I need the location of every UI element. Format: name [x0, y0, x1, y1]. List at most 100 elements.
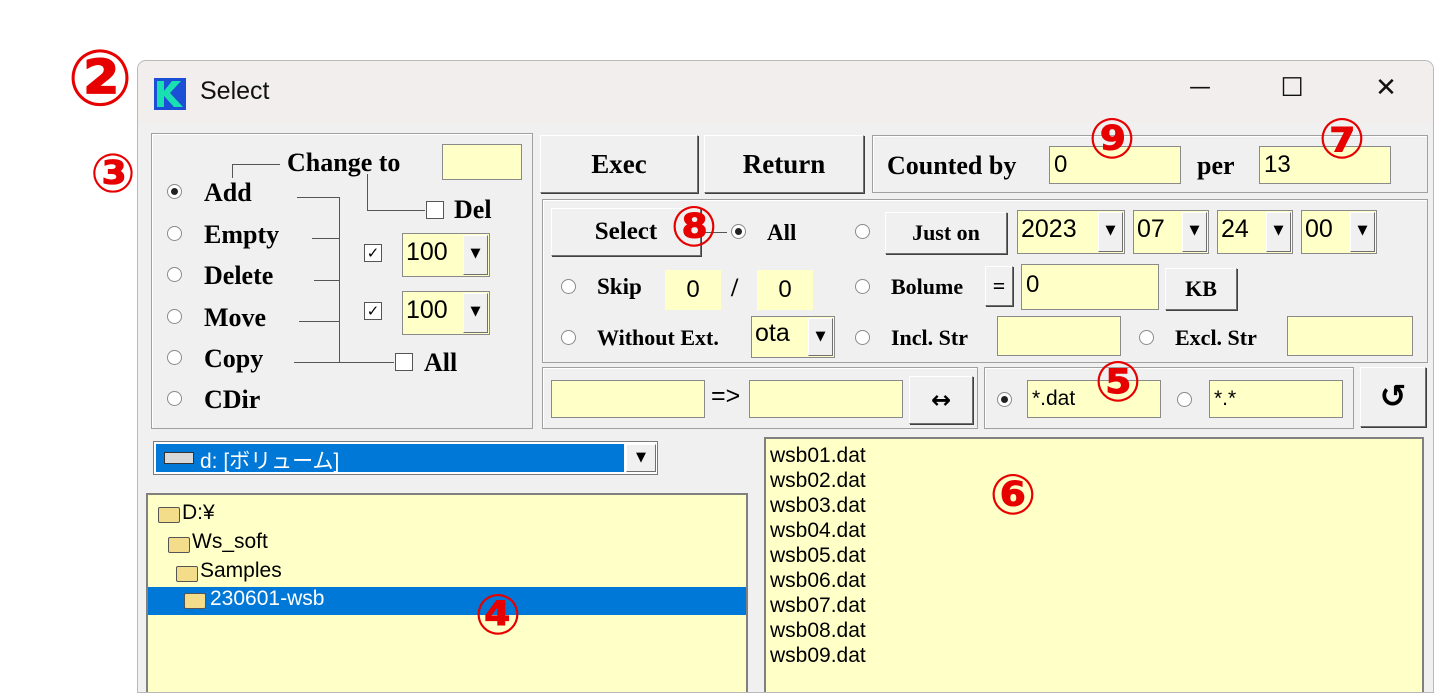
- radio-incl-str[interactable]: [855, 330, 870, 345]
- radio-add[interactable]: [167, 184, 182, 199]
- year-value: 2023: [1021, 215, 1077, 243]
- chevron-down-icon[interactable]: ▼: [463, 293, 488, 333]
- tree-item-selected[interactable]: 230601-wsb: [148, 587, 746, 615]
- year-select[interactable]: 2023 ▼: [1017, 210, 1125, 254]
- app-icon: [154, 78, 186, 110]
- radio-empty[interactable]: [167, 226, 182, 241]
- file-item[interactable]: wsb05.dat: [770, 543, 1422, 568]
- del-label: Del: [454, 195, 492, 224]
- folder-icon: [176, 566, 198, 582]
- annotation-6: ⑥: [989, 463, 1037, 528]
- title-bar: Select — ☐ ✕: [138, 61, 1433, 123]
- combo1-select[interactable]: 100 ▼: [402, 233, 490, 277]
- tree-item[interactable]: D:¥: [182, 501, 215, 525]
- day-select[interactable]: 24 ▼: [1217, 210, 1293, 254]
- just-on-button[interactable]: Just on: [885, 212, 1007, 254]
- radio-bolume[interactable]: [855, 279, 870, 294]
- chevron-down-icon[interactable]: ▼: [1098, 212, 1123, 252]
- refresh-button[interactable]: ↺: [1360, 367, 1426, 427]
- combo2-select[interactable]: 100 ▼: [402, 291, 490, 335]
- file-item[interactable]: wsb01.dat: [770, 443, 1422, 468]
- kb-button[interactable]: KB: [1165, 268, 1237, 310]
- file-item[interactable]: wsb06.dat: [770, 568, 1422, 593]
- chevron-down-icon[interactable]: ▼: [626, 444, 656, 472]
- tree-item[interactable]: Ws_soft: [192, 530, 268, 554]
- excl-str-label: Excl. Str: [1175, 325, 1257, 350]
- folder-tree[interactable]: D:¥ Ws_soft Samples 230601-wsb: [146, 493, 748, 692]
- minimize-button[interactable]: —: [1170, 75, 1230, 100]
- hour-select[interactable]: 00 ▼: [1301, 210, 1377, 254]
- file-list[interactable]: wsb01.dat wsb02.dat wsb03.dat wsb04.dat …: [764, 437, 1424, 692]
- annotation-8: ⑧: [670, 195, 718, 260]
- radio-pattern-2[interactable]: [1177, 392, 1192, 407]
- excl-str-input[interactable]: [1287, 316, 1413, 356]
- file-item[interactable]: wsb09.dat: [770, 643, 1422, 668]
- chevron-down-icon[interactable]: ▼: [1266, 212, 1291, 252]
- folder-open-icon: [184, 593, 206, 609]
- connector-line: [294, 362, 394, 363]
- file-item[interactable]: wsb04.dat: [770, 518, 1422, 543]
- cdir-label: CDir: [204, 385, 261, 414]
- ext-select[interactable]: ota ▼: [751, 316, 835, 358]
- chevron-down-icon[interactable]: ▼: [463, 235, 488, 275]
- rename-from-input[interactable]: [551, 380, 705, 418]
- radio-all[interactable]: [731, 224, 746, 239]
- radio-delete[interactable]: [167, 267, 182, 282]
- return-button[interactable]: Return: [704, 135, 864, 193]
- empty-label: Empty: [204, 220, 280, 249]
- radio-cdir[interactable]: [167, 391, 182, 406]
- radio-just-on[interactable]: [855, 224, 870, 239]
- file-item[interactable]: wsb03.dat: [770, 493, 1422, 518]
- folder-icon: [158, 507, 180, 523]
- all-op-label: All: [424, 348, 458, 377]
- month-select[interactable]: 07 ▼: [1133, 210, 1209, 254]
- swap-button[interactable]: ↔: [909, 376, 973, 424]
- file-item[interactable]: wsb07.dat: [770, 593, 1422, 618]
- rename-to-input[interactable]: [749, 380, 903, 418]
- window-title: Select: [200, 77, 270, 105]
- change-to-input[interactable]: [442, 144, 522, 180]
- ext-value: ota: [755, 319, 790, 347]
- skip-a-input[interactable]: 0: [665, 270, 721, 310]
- copy-label: Copy: [204, 344, 264, 373]
- skip-b-input[interactable]: 0: [757, 270, 813, 310]
- radio-excl-str[interactable]: [1139, 330, 1154, 345]
- radio-skip[interactable]: [561, 279, 576, 294]
- annotation-2: ②: [66, 34, 134, 124]
- all-checkbox[interactable]: [395, 353, 413, 371]
- pattern-2-input[interactable]: *.*: [1209, 380, 1343, 418]
- without-ext-label: Without Ext.: [597, 325, 719, 350]
- chevron-down-icon[interactable]: ▼: [1182, 212, 1207, 252]
- combo1-checkbox[interactable]: ✓: [364, 244, 382, 262]
- chevron-down-icon[interactable]: ▼: [1350, 212, 1375, 252]
- skip-label: Skip: [597, 274, 642, 299]
- bolume-label: Bolume: [891, 274, 964, 299]
- drive-select[interactable]: d: [ボリューム] ▼: [153, 441, 658, 475]
- file-item[interactable]: wsb08.dat: [770, 618, 1422, 643]
- tree-item[interactable]: Samples: [200, 559, 282, 583]
- annotation-7: ⑦: [1318, 107, 1366, 172]
- radio-move[interactable]: [167, 309, 182, 324]
- connector-line: [314, 280, 339, 281]
- file-item[interactable]: wsb02.dat: [770, 468, 1422, 493]
- connector-line: [367, 210, 425, 211]
- radio-copy[interactable]: [167, 350, 182, 365]
- counted-by-label: Counted by: [887, 151, 1017, 180]
- size-input[interactable]: 0: [1021, 264, 1159, 310]
- day-value: 24: [1221, 215, 1249, 243]
- delete-label: Delete: [204, 261, 274, 290]
- exec-button[interactable]: Exec: [540, 135, 698, 193]
- radio-pattern-1[interactable]: [997, 392, 1012, 407]
- add-label: Add: [204, 178, 252, 207]
- maximize-button[interactable]: ☐: [1262, 73, 1322, 103]
- chevron-down-icon[interactable]: ▼: [808, 318, 833, 356]
- incl-str-label: Incl. Str: [891, 325, 968, 350]
- eq-button[interactable]: =: [985, 266, 1013, 306]
- combo2-checkbox[interactable]: ✓: [364, 302, 382, 320]
- operation-panel: Change to Add Empty Delete Move Copy CDi…: [151, 133, 533, 429]
- connector-line: [232, 164, 233, 178]
- del-checkbox[interactable]: [426, 201, 444, 219]
- month-value: 07: [1137, 215, 1165, 243]
- close-button[interactable]: ✕: [1356, 73, 1416, 103]
- radio-without-ext[interactable]: [561, 330, 576, 345]
